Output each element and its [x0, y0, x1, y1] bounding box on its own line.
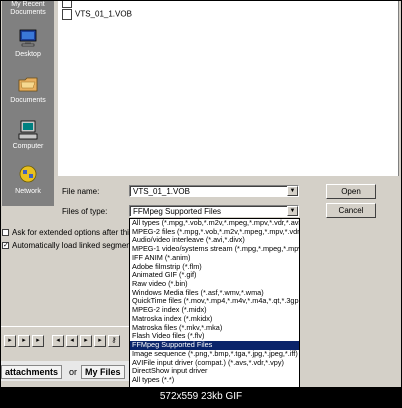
load-linked-label: Automatically load linked segments: [12, 241, 137, 250]
computer-icon: [18, 120, 38, 140]
place-label: Network: [15, 188, 41, 195]
desktop-icon: [19, 29, 37, 47]
file-name-value: VTS_01_1.VOB: [133, 187, 190, 196]
open-button[interactable]: Open: [326, 184, 376, 199]
file-name-combo[interactable]: VTS_01_1.VOB ▼: [129, 185, 299, 197]
step-icon[interactable]: ▸: [4, 335, 16, 347]
network-icon: [19, 165, 37, 183]
file-type-option[interactable]: Image sequence (*.png,*.bmp,*.tga,*.jpg,…: [130, 350, 299, 359]
file-item[interactable]: VTS_01_1.VOB: [62, 9, 132, 20]
file-type-option[interactable]: MPEG-1 video/systems stream (*.mpg,*.mpe…: [130, 245, 299, 254]
file-type-option[interactable]: All types (*.*): [130, 376, 299, 385]
file-type-option[interactable]: DirectShow input driver: [130, 367, 299, 376]
cancel-button[interactable]: Cancel: [326, 203, 376, 218]
rewind-icon[interactable]: ◂: [52, 335, 64, 347]
place-label: My Recent: [11, 1, 45, 8]
forward-icon[interactable]: ▸: [80, 335, 92, 347]
file-type-option[interactable]: Adobe filmstrip (*.flm): [130, 263, 299, 272]
place-computer[interactable]: Computer: [2, 119, 54, 151]
place-label: Desktop: [15, 51, 41, 58]
file-type-option[interactable]: FFMpeg Supported Files: [130, 341, 299, 350]
place-documents[interactable]: Documents: [2, 73, 54, 105]
file-type-label: Files of type:: [62, 207, 108, 216]
file-type-dropdown-list[interactable]: All types (*.mpg,*.vob,*.m2v,*.mpeg,*.mp…: [129, 218, 300, 393]
file-item-partial[interactable]: [62, 1, 75, 8]
file-type-option[interactable]: AVIFile input driver (compat.) (*.avs,*.…: [130, 359, 299, 368]
file-type-option[interactable]: Matroska files (*.mkv,*.mka): [130, 324, 299, 333]
place-network[interactable]: Network: [2, 164, 54, 196]
step-icon[interactable]: ▸: [32, 335, 44, 347]
file-item-name: VTS_01_1.VOB: [75, 9, 132, 19]
place-recent-documents[interactable]: My Recent Documents: [2, 1, 54, 17]
key-icon[interactable]: ⚷: [108, 335, 120, 347]
file-icon: [62, 1, 72, 8]
file-type-option[interactable]: Audio/video interleave (*.avi,*.divx): [130, 236, 299, 245]
places-bar: My Recent Documents Desktop Documents Co…: [2, 1, 54, 206]
my-files-link[interactable]: My Files: [81, 365, 125, 379]
file-type-option[interactable]: MPEG-2 index (*.midx): [130, 306, 299, 315]
place-desktop[interactable]: Desktop: [2, 27, 54, 59]
extended-options-checkbox[interactable]: [2, 229, 9, 236]
file-type-select[interactable]: FFMpeg Supported Files ▼: [129, 205, 299, 217]
file-type-option[interactable]: Animated GIF (*.gif): [130, 271, 299, 280]
place-label: Documents: [10, 9, 46, 16]
chevron-down-icon[interactable]: ▼: [287, 206, 298, 216]
file-list[interactable]: VTS_01_1.VOB: [58, 1, 399, 176]
file-type-option[interactable]: QuickTime files (*.mov,*.mp4,*.m4v,*.m4a…: [130, 297, 299, 306]
chevron-down-icon[interactable]: ▼: [287, 186, 298, 196]
fast-forward-icon[interactable]: ▸: [94, 335, 106, 347]
file-type-option[interactable]: Raw video (*.bin): [130, 280, 299, 289]
file-type-value: FFMpeg Supported Files: [133, 207, 222, 216]
file-name-label: File name:: [62, 187, 100, 196]
step-icon[interactable]: ▸: [18, 335, 30, 347]
or-text: or: [69, 367, 78, 377]
file-type-option[interactable]: IFF ANIM (*.anim): [130, 254, 299, 263]
attachments-link[interactable]: attachments: [1, 365, 63, 379]
file-icon: [62, 9, 72, 20]
place-label: Computer: [12, 143, 44, 150]
extended-options-label: Ask for extended options after this: [12, 228, 133, 237]
file-type-option[interactable]: MPEG-2 files (*.mpg,*.vob,*.m2v,*.mpeg,*…: [130, 228, 299, 237]
place-label: Documents: [10, 97, 46, 104]
image-caption: 572x559 23kb GIF: [1, 387, 401, 407]
back-icon[interactable]: ◂: [66, 335, 78, 347]
documents-folder-icon: [18, 77, 38, 92]
page-bottom-bar: attachments or My Files: [1, 361, 129, 381]
file-type-option[interactable]: All types (*.mpg,*.vob,*.m2v,*.mpeg,*.mp…: [130, 219, 299, 228]
playback-toolbar: ▸ ▸ ▸ ◂ ◂ ▸ ▸ ⚷: [1, 326, 129, 359]
file-type-option[interactable]: Matroska index (*.mkidx): [130, 315, 299, 324]
load-linked-checkbox[interactable]: ✓: [2, 242, 9, 249]
file-open-dialog: My Recent Documents Desktop Documents Co…: [1, 1, 401, 407]
file-type-option[interactable]: Flash Video files (*.flv): [130, 332, 299, 341]
file-type-option[interactable]: Windows Media files (*.asf,*.wmv,*.wma): [130, 289, 299, 298]
